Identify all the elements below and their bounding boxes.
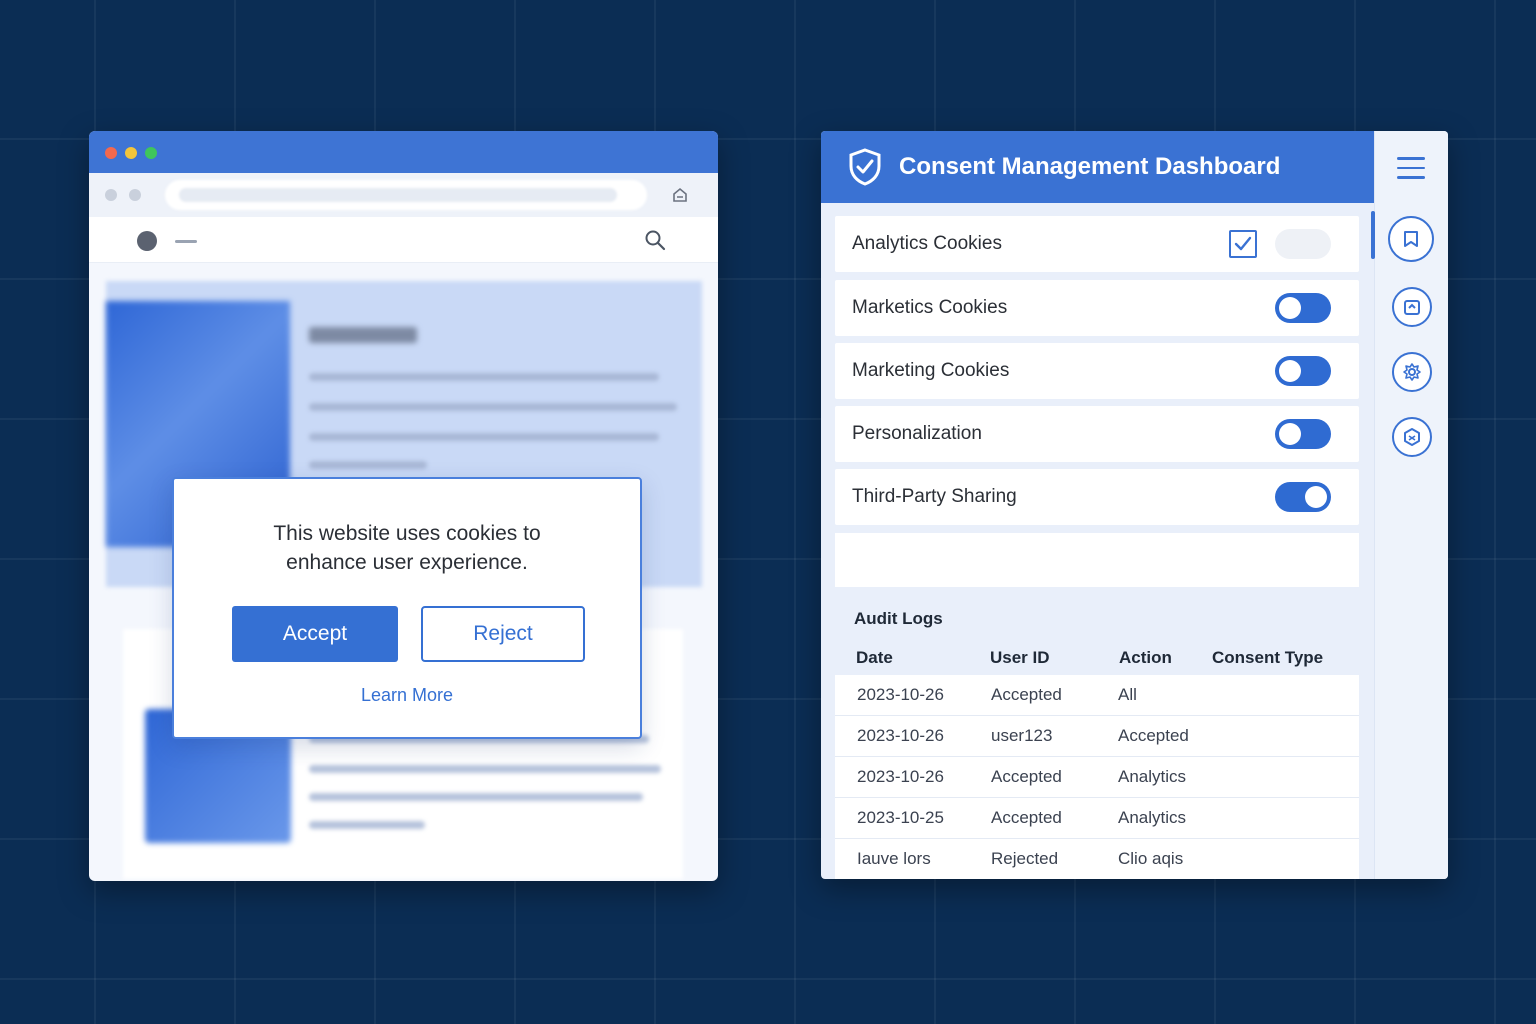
cookie-message: This website uses cookies to enhance use…	[273, 522, 541, 574]
consent-dashboard: Consent Management Dashboard Analytics C…	[821, 131, 1448, 879]
table-row[interactable]: 2023-10-26 Accepted Analytics	[835, 757, 1359, 798]
search-icon[interactable]	[644, 229, 666, 251]
browser-toolbar	[89, 173, 718, 217]
consent-row-marketing: Marketing Cookies	[835, 343, 1359, 399]
site-navbar	[89, 217, 718, 263]
hamburger-menu-icon[interactable]	[1397, 157, 1425, 179]
calendar-icon[interactable]	[1392, 287, 1432, 327]
consent-row-marketics: Marketics Cookies	[835, 280, 1359, 336]
table-row[interactable]: 2023-10-26 user123 Accepted	[835, 716, 1359, 757]
analytics-checkbox[interactable]	[1229, 230, 1257, 258]
date-cell: 2023-10-26	[857, 726, 944, 745]
back-button[interactable]	[105, 189, 117, 201]
date-cell: 2023-10-25	[857, 808, 944, 827]
action-cell: All	[1118, 685, 1137, 704]
consent-row-third-party: Third-Party Sharing	[835, 469, 1359, 525]
action-cell: Clio aqis	[1118, 849, 1184, 868]
marketics-toggle[interactable]	[1275, 293, 1331, 323]
text-line-placeholder	[309, 821, 425, 829]
site-logo[interactable]	[137, 231, 157, 251]
consent-label: Marketing Cookies	[852, 360, 1010, 381]
column-header[interactable]: Date	[835, 648, 990, 668]
dashboard-header: Consent Management Dashboard	[821, 131, 1374, 203]
hexagon-icon[interactable]	[1392, 417, 1432, 457]
rail-active-indicator	[1371, 211, 1375, 259]
learn-more-link[interactable]: Learn More	[174, 685, 640, 706]
user-id-cell: Accepted	[991, 808, 1062, 827]
consent-label: Marketics Cookies	[852, 297, 1008, 318]
nav-placeholder	[175, 240, 197, 243]
cookie-consent-dialog: This website uses cookies to enhance use…	[172, 477, 642, 739]
personalization-toggle[interactable]	[1275, 419, 1331, 449]
table-row[interactable]: Iauve lors Rejected Clio aqis	[835, 839, 1359, 879]
marketing-toggle[interactable]	[1275, 356, 1331, 386]
column-header[interactable]: Action	[1119, 648, 1212, 668]
checkmark-icon	[1234, 236, 1252, 251]
table-header: Date User ID Action Consent Type	[835, 641, 1359, 675]
column-header[interactable]: Consent Type	[1212, 648, 1359, 668]
text-line-placeholder	[309, 765, 661, 773]
reject-button[interactable]: Reject	[421, 606, 585, 662]
settings-icon[interactable]	[1392, 352, 1432, 392]
third-party-toggle[interactable]	[1275, 482, 1331, 512]
shield-check-icon	[849, 148, 881, 186]
close-window-dot[interactable]	[105, 147, 117, 159]
text-line-placeholder	[309, 793, 643, 801]
user-id-cell: Accepted	[991, 685, 1062, 704]
empty-panel	[835, 533, 1359, 587]
user-id-cell: Rejected	[991, 849, 1059, 868]
user-id-cell: user123	[991, 726, 1053, 745]
action-cell: Accepted	[1118, 726, 1189, 745]
text-line-placeholder	[309, 373, 659, 381]
audit-logs-table: Date User ID Action Consent Type 2023-10…	[835, 641, 1359, 879]
address-bar[interactable]	[165, 180, 647, 210]
table-row[interactable]: 2023-10-26 Accepted All	[835, 675, 1359, 716]
browser-titlebar	[89, 131, 718, 173]
consent-label: Personalization	[852, 423, 982, 444]
column-header[interactable]: User ID	[990, 648, 1119, 668]
analytics-toggle-disabled	[1275, 229, 1331, 259]
date-cell: 2023-10-26	[857, 685, 944, 704]
consent-label: Third-Party Sharing	[852, 486, 1017, 507]
extension-icon[interactable]	[670, 185, 690, 205]
consent-row-analytics: Analytics Cookies	[835, 216, 1359, 272]
user-id-cell: Accepted	[991, 767, 1062, 786]
text-line-placeholder	[309, 403, 677, 411]
side-rail	[1371, 131, 1448, 879]
consent-label: Analytics Cookies	[852, 233, 1002, 254]
maximize-window-dot[interactable]	[145, 147, 157, 159]
action-cell: Analytics	[1118, 808, 1187, 827]
minimize-window-dot[interactable]	[125, 147, 137, 159]
hero-heading-placeholder	[309, 327, 417, 343]
audit-logs-title: Audit Logs	[854, 609, 943, 628]
forward-button[interactable]	[129, 189, 141, 201]
date-cell: 2023-10-26	[857, 767, 944, 786]
consent-row-personalization: Personalization	[835, 406, 1359, 462]
table-row[interactable]: 2023-10-25 Accepted Analytics	[835, 798, 1359, 839]
dashboard-title: Consent Management Dashboard	[899, 153, 1281, 180]
action-cell: Analytics	[1118, 767, 1187, 786]
text-line-placeholder	[309, 433, 659, 441]
accept-button[interactable]: Accept	[232, 606, 398, 662]
date-cell: Iauve lors	[857, 849, 931, 868]
text-line-placeholder	[309, 461, 427, 469]
bookmark-icon[interactable]	[1388, 216, 1434, 262]
